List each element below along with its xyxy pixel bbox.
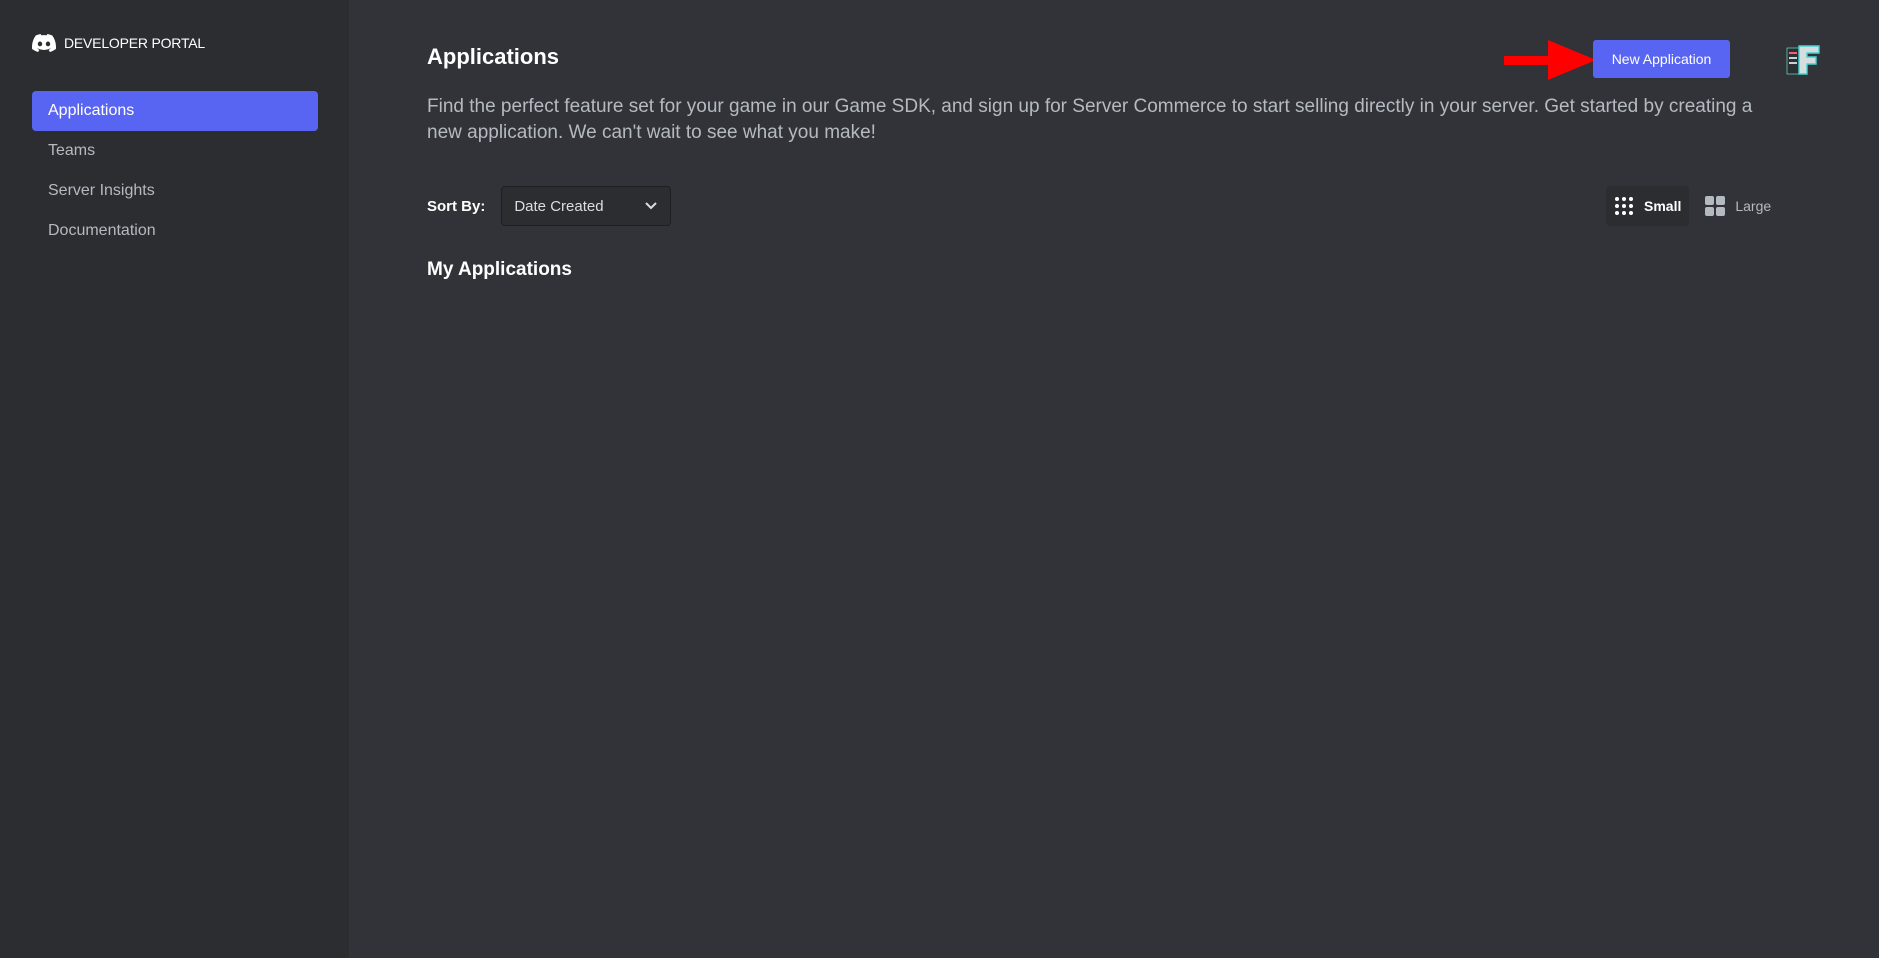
sidebar-item-applications[interactable]: Applications [32, 91, 318, 131]
large-grid-icon [1705, 196, 1726, 216]
sort-row: Sort By: Date Created [427, 186, 672, 226]
page-title: Applications [427, 44, 560, 69]
avatar[interactable] [1783, 40, 1823, 80]
sidebar-nav: Applications Teams Server Insights Docum… [32, 91, 318, 251]
sidebar-item-label: Server Insights [48, 182, 155, 199]
user-avatar-icon [1786, 45, 1820, 75]
sidebar-item-server-insights[interactable]: Server Insights [32, 171, 318, 211]
discord-logo-icon [32, 34, 56, 52]
chevron-down-icon [645, 202, 658, 210]
new-application-button[interactable]: New Application [1593, 40, 1730, 78]
sidebar-item-teams[interactable]: Teams [32, 131, 318, 171]
sidebar-item-label: Applications [48, 102, 135, 119]
view-large-label: Large [1735, 198, 1772, 214]
sort-by-select[interactable]: Date Created [501, 186, 672, 226]
sort-by-label: Sort By: [427, 197, 486, 215]
red-arrow-annotation-icon [1504, 40, 1596, 80]
sort-by-value: Date Created [514, 197, 604, 215]
main-content: Applications Find the perfect feature se… [349, 0, 1879, 958]
view-small-label: Small [1644, 198, 1682, 214]
sidebar: DEVELOPER PORTAL Applications Teams Serv… [0, 0, 349, 958]
brand-title: DEVELOPER PORTAL [64, 35, 205, 51]
my-applications-heading: My Applications [427, 259, 572, 280]
small-grid-icon [1615, 197, 1633, 215]
sidebar-item-label: Documentation [48, 222, 156, 239]
brand[interactable]: DEVELOPER PORTAL [32, 34, 205, 52]
view-small-button[interactable]: Small [1606, 186, 1690, 226]
sidebar-item-label: Teams [48, 142, 96, 159]
page-description: Find the perfect feature set for your ga… [427, 96, 1753, 143]
view-size-toggle: Small Large [1606, 186, 1779, 226]
sidebar-item-documentation[interactable]: Documentation [32, 211, 318, 251]
view-large-button[interactable]: Large [1697, 186, 1779, 226]
